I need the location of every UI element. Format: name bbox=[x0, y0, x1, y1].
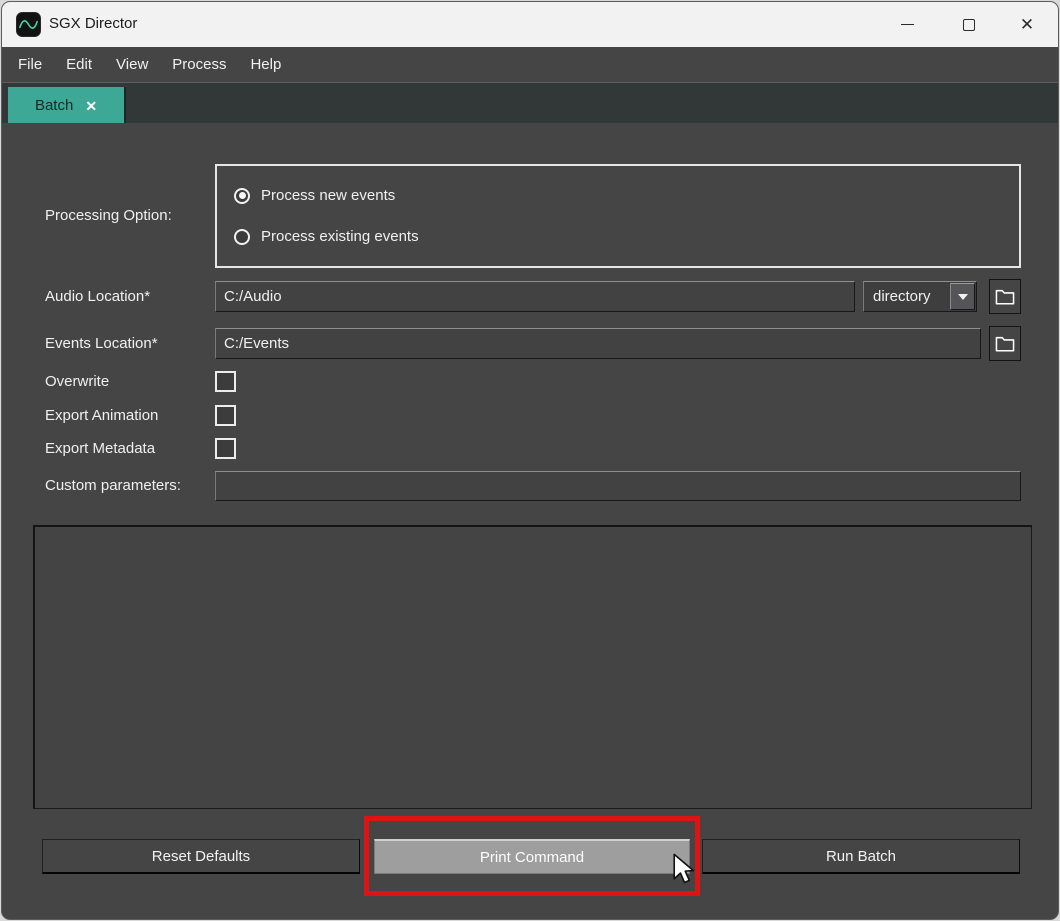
audio-location-input[interactable] bbox=[215, 281, 855, 312]
batch-panel: Processing Option: Process new events Pr… bbox=[2, 123, 1058, 920]
events-location-label: Events Location* bbox=[45, 328, 158, 359]
menu-bar: File Edit View Process Help bbox=[2, 47, 1058, 82]
chevron-down-icon bbox=[958, 294, 968, 300]
audio-location-label: Audio Location* bbox=[45, 281, 150, 312]
menu-view[interactable]: View bbox=[104, 47, 160, 82]
menu-help[interactable]: Help bbox=[238, 47, 293, 82]
processing-option-group: Process new events Process existing even… bbox=[215, 164, 1021, 268]
tab-close-icon[interactable]: ✕ bbox=[85, 99, 97, 113]
audio-location-type-dropdown[interactable]: directory bbox=[863, 281, 977, 312]
processing-option-label: Processing Option: bbox=[45, 164, 172, 268]
reset-defaults-button[interactable]: Reset Defaults bbox=[42, 839, 360, 874]
minimize-icon bbox=[901, 24, 914, 25]
minimize-button[interactable] bbox=[884, 2, 930, 47]
tab-bar: Batch ✕ bbox=[2, 82, 1058, 123]
close-icon: ✕ bbox=[1020, 16, 1034, 33]
events-location-input[interactable] bbox=[215, 328, 981, 359]
export-metadata-checkbox[interactable] bbox=[215, 438, 236, 459]
title-bar[interactable]: SGX Director ✕ bbox=[2, 2, 1058, 47]
radio-label: Process existing events bbox=[261, 228, 419, 245]
menu-edit[interactable]: Edit bbox=[54, 47, 104, 82]
print-command-button[interactable]: Print Command bbox=[374, 839, 690, 874]
output-panel[interactable] bbox=[33, 525, 1032, 809]
radio-option-new-events[interactable]: Process new events bbox=[234, 187, 395, 204]
radio-icon[interactable] bbox=[234, 188, 250, 204]
export-animation-label: Export Animation bbox=[45, 405, 158, 426]
custom-parameters-input[interactable] bbox=[215, 471, 1021, 501]
menu-file[interactable]: File bbox=[6, 47, 54, 82]
export-metadata-label: Export Metadata bbox=[45, 438, 155, 459]
menu-process[interactable]: Process bbox=[160, 47, 238, 82]
overwrite-label: Overwrite bbox=[45, 371, 109, 392]
app-logo-icon bbox=[16, 12, 41, 37]
radio-label: Process new events bbox=[261, 187, 395, 204]
close-button[interactable]: ✕ bbox=[1004, 2, 1050, 47]
maximize-icon bbox=[963, 19, 975, 31]
maximize-button[interactable] bbox=[946, 2, 992, 47]
window-title: SGX Director bbox=[49, 15, 137, 32]
events-location-browse-button[interactable] bbox=[989, 326, 1021, 361]
dropdown-value: directory bbox=[864, 288, 950, 305]
audio-location-browse-button[interactable] bbox=[989, 279, 1021, 314]
overwrite-checkbox[interactable] bbox=[215, 371, 236, 392]
radio-option-existing-events[interactable]: Process existing events bbox=[234, 228, 419, 245]
folder-icon bbox=[994, 288, 1016, 306]
run-batch-button[interactable]: Run Batch bbox=[702, 839, 1020, 874]
tab-label: Batch bbox=[35, 97, 73, 114]
radio-icon[interactable] bbox=[234, 229, 250, 245]
folder-icon bbox=[994, 335, 1016, 353]
custom-parameters-label: Custom parameters: bbox=[45, 471, 181, 501]
dropdown-arrow-button[interactable] bbox=[950, 283, 975, 310]
tab-batch[interactable]: Batch ✕ bbox=[8, 87, 126, 124]
export-animation-checkbox[interactable] bbox=[215, 405, 236, 426]
app-window: SGX Director ✕ File Edit View Process He… bbox=[1, 1, 1059, 920]
